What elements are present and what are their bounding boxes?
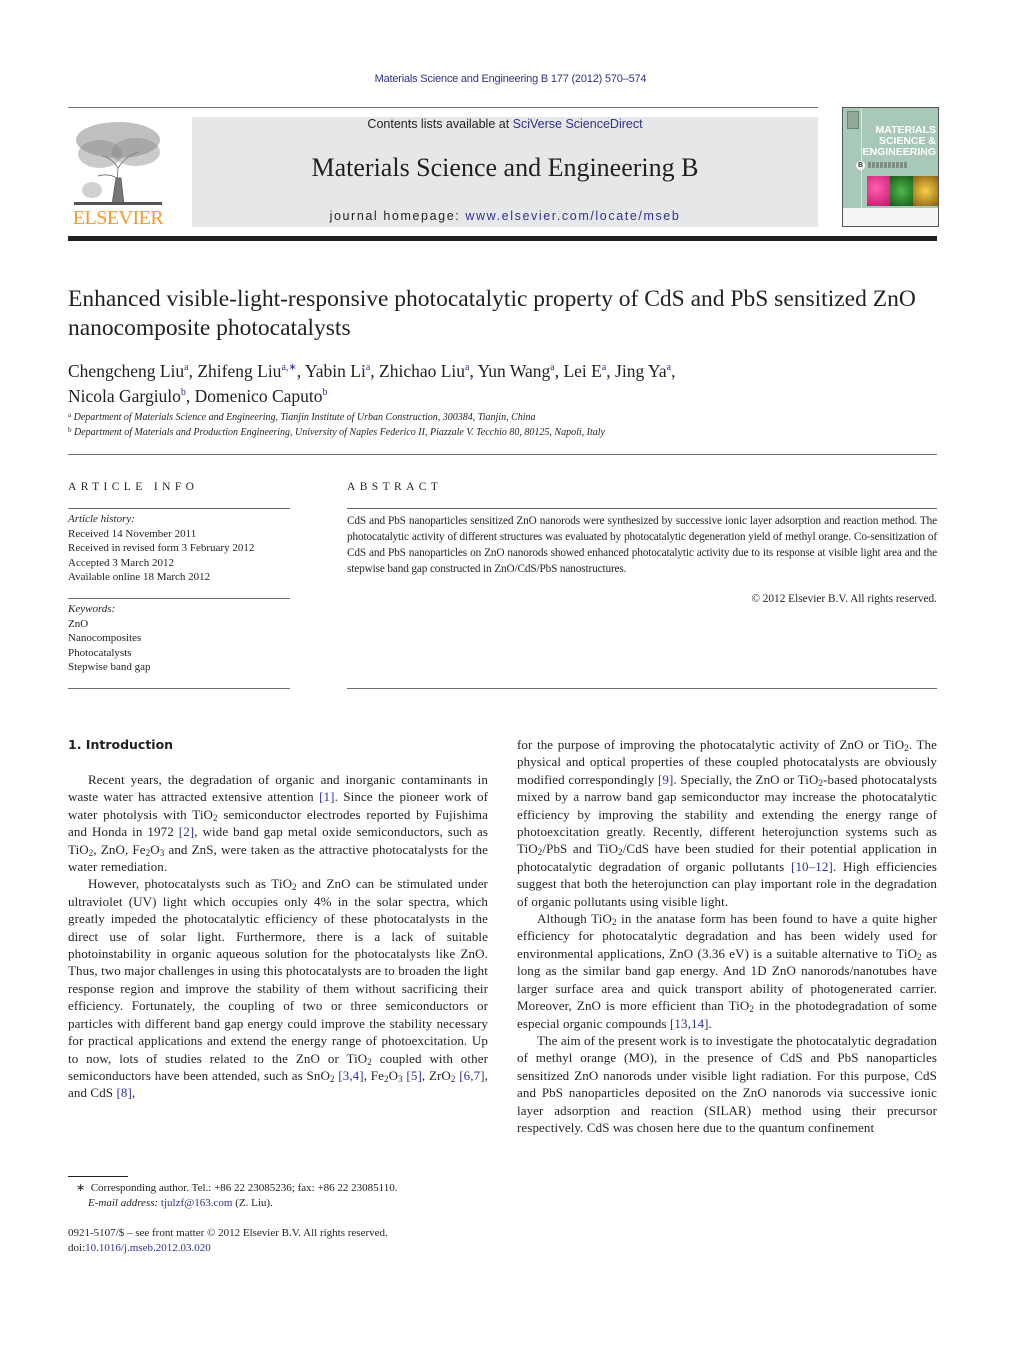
email-link[interactable]: tjulzf@163.com [161,1197,233,1209]
header-rule [68,107,818,108]
keyword[interactable]: Stepwise band gap [68,660,290,675]
history-item: Received 14 November 2011 [68,527,197,540]
author[interactable]: Domenico Caputob [195,386,328,406]
paragraph: for the purpose of improving the photoca… [517,737,938,909]
right-column: for the purpose of improving the photoca… [517,736,937,1136]
keyword[interactable]: Photocatalysts [68,646,290,661]
abstract-heading: ABSTRACT [347,481,443,493]
author[interactable]: Lei Ea [563,361,606,381]
cover-footer [843,208,938,226]
author[interactable]: Nicola Gargiulob [68,386,186,406]
homepage-prefix: journal homepage: [329,209,466,223]
article-title: Enhanced visible-light-responsive photoc… [68,286,916,341]
left-column: Recent years, the degradation of organic… [68,771,488,1102]
author[interactable]: Zhifeng Liua,∗ [197,361,296,381]
abstract-copyright: © 2012 Elsevier B.V. All rights reserved… [751,593,937,605]
citation-link[interactable]: [2] [179,824,194,839]
footnote-rule [68,1176,128,1177]
elsevier-logo[interactable]: ELSEVIER [68,118,168,229]
journal-cover-thumbnail[interactable]: MATERIALS SCIENCE & ENGINEERING B [842,107,939,227]
contents-prefix: Contents lists available at [367,117,513,131]
footnote-star: ∗ [76,1182,86,1194]
front-matter: 0921-5107/$ – see front matter © 2012 El… [68,1226,488,1256]
divider [68,508,290,509]
sciencedirect-link[interactable]: SciVerse ScienceDirect [513,117,643,131]
citation-link[interactable]: [5] [406,1068,421,1083]
citation-link[interactable]: [3,4] [338,1068,363,1083]
keywords-label: Keywords: [68,603,116,615]
history-label: Article history: [68,513,135,525]
keyword[interactable]: ZnO [68,617,290,632]
article-info-heading: ARTICLE INFO [68,481,199,493]
affiliation-b: b Department of Materials and Production… [68,426,605,438]
citation-link[interactable]: [8] [116,1085,131,1100]
elsevier-wordmark: ELSEVIER [72,207,164,229]
author[interactable]: Yabin Lia [305,361,370,381]
journal-banner: Contents lists available at SciVerse Sci… [192,117,818,227]
keywords: Keywords: ZnO Nanocomposites Photocataly… [68,602,290,675]
citation-link[interactable]: [10–12] [791,859,833,874]
section-heading-introduction: 1. Introduction [68,737,174,752]
paragraph: Although TiO2 in the anatase form has be… [517,911,937,1031]
history-item: Received in revised form 3 February 2012 [68,542,255,554]
abstract-text: CdS and PbS nanoparticles sensitized ZnO… [347,515,937,575]
author[interactable]: Chengcheng Liua [68,361,189,381]
issn-line: 0921-5107/$ – see front matter © 2012 El… [68,1227,388,1239]
journal-title: Materials Science and Engineering B [311,153,699,182]
homepage-line: journal homepage: www.elsevier.com/locat… [192,209,818,223]
cover-image-green [890,176,913,206]
cover-title: MATERIALS SCIENCE & ENGINEERING [862,124,936,158]
citation-link[interactable]: [9] [658,772,673,787]
paragraph: However, photocatalysts such as TiO2 and… [68,876,489,1101]
citation-link[interactable]: [6,7] [459,1068,484,1083]
citation-link[interactable]: [13,14] [670,1016,709,1031]
divider [347,508,937,509]
cover-subtitle [868,162,908,168]
doi-link[interactable]: 10.1016/j.mseb.2012.03.020 [85,1242,211,1254]
paragraph: Recent years, the degradation of organic… [68,772,489,875]
contents-line: Contents lists available at SciVerse Sci… [192,117,818,131]
cover-badge: B [856,161,865,170]
header-thick-rule [68,236,937,241]
author[interactable]: Jing Yaa [615,361,671,381]
divider [347,688,937,689]
article-history: Article history: Received 14 November 20… [68,512,290,585]
history-item: Available online 18 March 2012 [68,571,211,583]
author-list: Chengcheng Liua, Zhifeng Liua,∗, Yabin L… [68,361,676,406]
divider [68,688,290,689]
homepage-link[interactable]: www.elsevier.com/locate/mseb [465,209,680,223]
elsevier-tree-icon [74,122,162,205]
cover-image-magenta [867,176,890,206]
history-item: Accepted 3 March 2012 [68,556,174,569]
affiliation-a: a Department of Materials Science and En… [68,411,536,423]
author[interactable]: Yun Wanga [478,361,555,381]
author[interactable]: Zhichao Liua [379,361,469,381]
corresponding-author-note: ∗ Corresponding author. Tel.: +86 22 230… [76,1182,398,1209]
divider [68,598,290,599]
keyword[interactable]: Nanocomposites [68,631,290,646]
running-head[interactable]: Materials Science and Engineering B 177 … [0,73,1021,85]
paragraph: The aim of the present work is to invest… [517,1032,938,1135]
divider [68,454,937,455]
cover-image-yellow [913,176,938,206]
citation-link[interactable]: [1] [319,789,334,804]
doi-line: doi:10.1016/j.mseb.2012.03.020 [68,1242,211,1254]
